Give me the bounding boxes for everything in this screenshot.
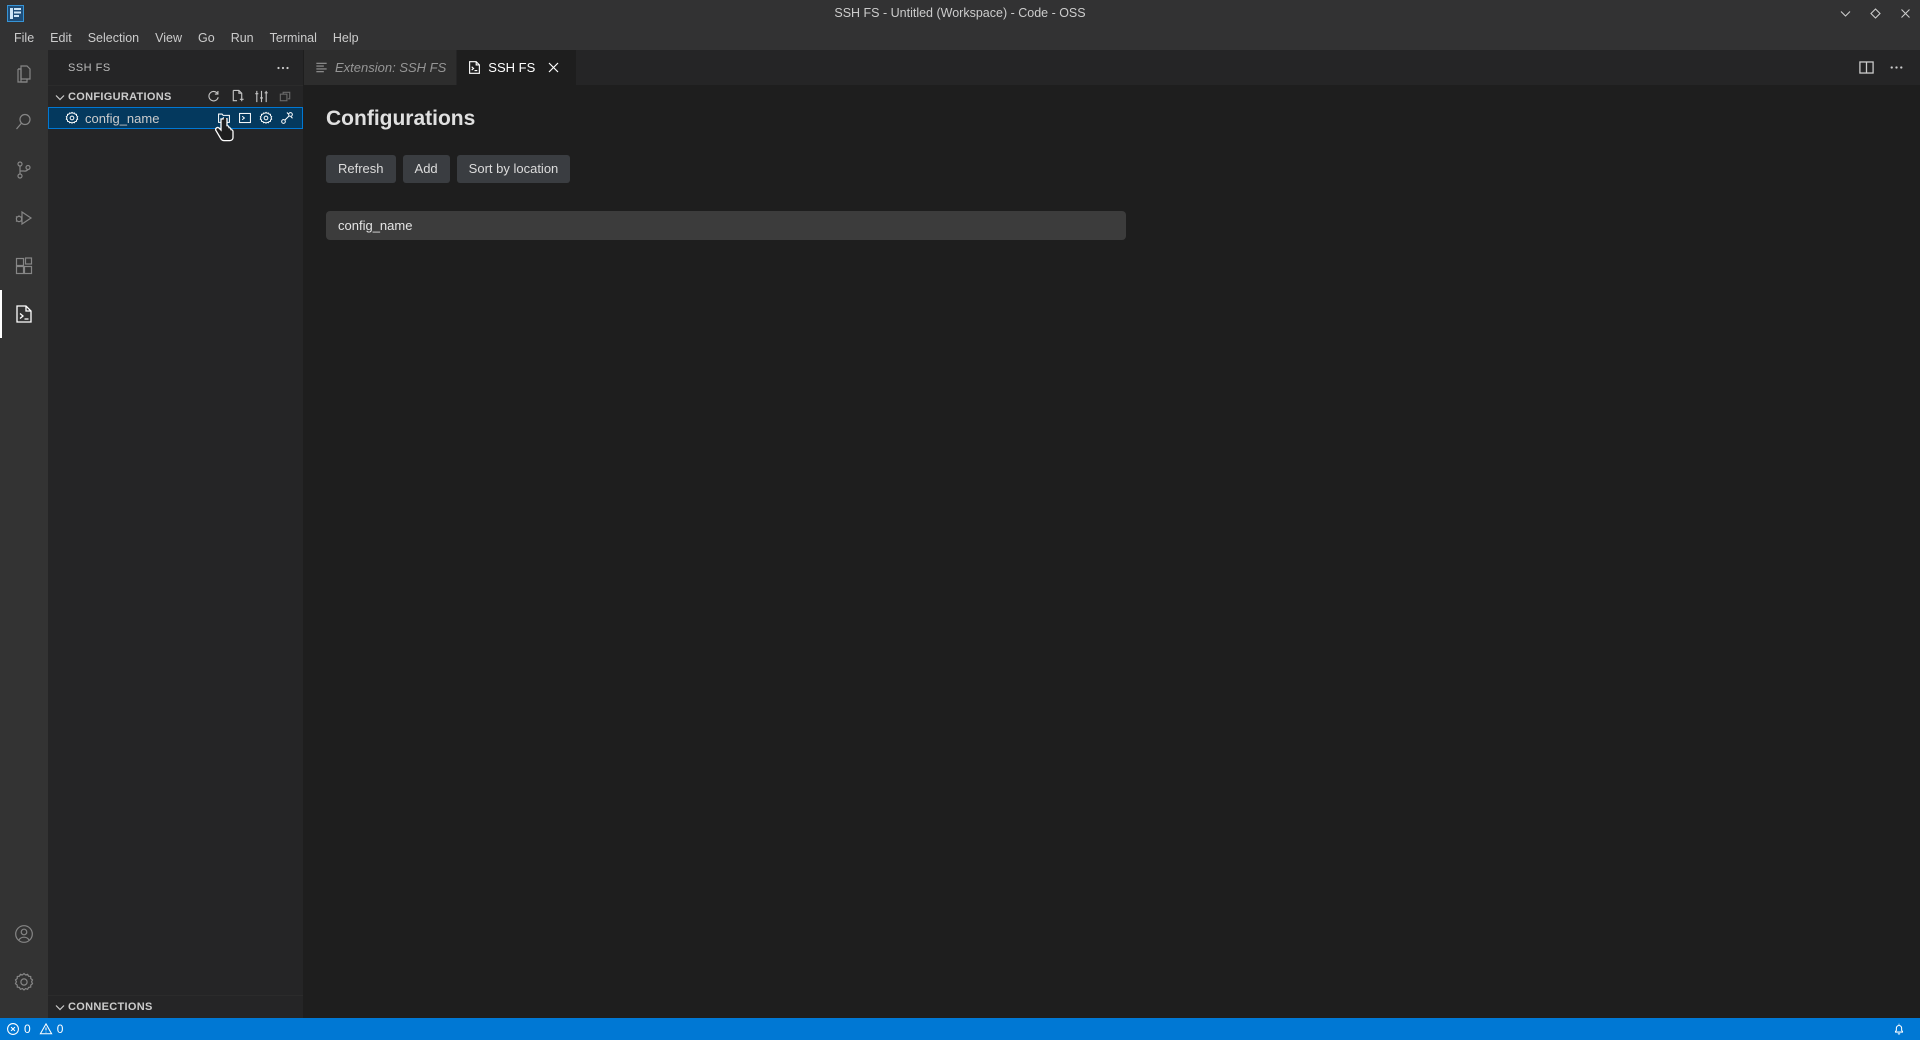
editor-area: Extension: SSH FS SSH FS Configurations … bbox=[304, 50, 1920, 1018]
section-actions-configurations bbox=[203, 87, 303, 107]
menu-terminal[interactable]: Terminal bbox=[262, 27, 325, 50]
tab-extension-ssh-fs[interactable]: Extension: SSH FS bbox=[304, 50, 458, 85]
section-label-configurations: CONFIGURATIONS bbox=[68, 90, 172, 103]
chevron-down-icon bbox=[52, 999, 68, 1015]
configuration-name-label: config_name bbox=[85, 110, 160, 126]
section-label-connections: CONNECTIONS bbox=[68, 1001, 153, 1013]
refresh-button[interactable]: Refresh bbox=[326, 155, 396, 183]
configuration-tree-item[interactable]: config_name bbox=[48, 107, 303, 129]
configuration-list: config_name bbox=[326, 211, 1900, 240]
editor-actions bbox=[1852, 50, 1920, 85]
activity-bar-item-explorer[interactable] bbox=[0, 50, 48, 98]
sidebar-title-bar: SSH FS bbox=[48, 50, 303, 85]
configuration-card[interactable]: config_name bbox=[326, 211, 1126, 240]
activity-bar-item-manage[interactable] bbox=[0, 958, 48, 1006]
activity-bar-item-source-control[interactable] bbox=[0, 146, 48, 194]
close-icon[interactable] bbox=[1890, 0, 1920, 26]
main-row: SSH FS CONFIGURATIONS config_name CONNEC… bbox=[0, 50, 1920, 1018]
sidebar-section-configurations: CONFIGURATIONS config_name bbox=[48, 85, 303, 995]
activity-bar-item-accounts[interactable] bbox=[0, 910, 48, 958]
activity-bar bbox=[0, 50, 48, 1018]
status-bar: 0 0 bbox=[0, 1018, 1920, 1040]
section-header-connections[interactable]: CONNECTIONS bbox=[48, 996, 303, 1018]
menu-selection[interactable]: Selection bbox=[80, 27, 147, 50]
configuration-row-actions bbox=[215, 109, 302, 127]
gear-icon bbox=[63, 111, 81, 125]
menu-view[interactable]: View bbox=[147, 27, 190, 50]
error-count: 0 bbox=[24, 1022, 31, 1036]
page-title: Configurations bbox=[326, 107, 476, 130]
notifications-bell-icon[interactable] bbox=[1886, 1018, 1912, 1040]
menu-edit[interactable]: Edit bbox=[42, 27, 80, 50]
maximize-icon[interactable] bbox=[1860, 0, 1890, 26]
extension-icon bbox=[314, 60, 329, 75]
add-button[interactable]: Add bbox=[402, 155, 450, 183]
sidebar-more-actions-icon[interactable] bbox=[271, 60, 295, 76]
minimize-icon[interactable] bbox=[1830, 0, 1860, 26]
sort-by-location-button[interactable]: Sort by location bbox=[456, 155, 571, 183]
app-window: SSH FS - Untitled (Workspace) - Code - O… bbox=[0, 0, 1920, 1040]
tab-bar: Extension: SSH FS SSH FS bbox=[304, 50, 1920, 85]
tab-label: Extension: SSH FS bbox=[335, 60, 447, 75]
window-title: SSH FS - Untitled (Workspace) - Code - O… bbox=[834, 6, 1086, 20]
sidebar-title: SSH FS bbox=[68, 61, 111, 74]
refresh-icon[interactable] bbox=[203, 87, 223, 107]
code-oss-logo-icon bbox=[2, 0, 28, 26]
gear-icon[interactable] bbox=[257, 109, 275, 127]
warning-icon bbox=[39, 1022, 53, 1036]
menu-bar: File Edit Selection View Go Run Terminal… bbox=[0, 26, 1920, 50]
title-bar: SSH FS - Untitled (Workspace) - Code - O… bbox=[0, 0, 1920, 26]
activity-bar-item-ssh-fs[interactable] bbox=[0, 290, 48, 338]
ssh-fs-configurations-view: Configurations Refresh Add Sort by locat… bbox=[304, 85, 1920, 1018]
menu-file[interactable]: File bbox=[6, 27, 42, 50]
window-controls bbox=[1830, 0, 1920, 26]
section-header-configurations[interactable]: CONFIGURATIONS bbox=[48, 85, 303, 107]
terminal-file-icon bbox=[467, 60, 482, 75]
collapse-all-icon[interactable] bbox=[275, 87, 295, 107]
menu-go[interactable]: Go bbox=[190, 27, 223, 50]
plug-icon[interactable] bbox=[278, 109, 296, 127]
activity-bar-item-search[interactable] bbox=[0, 98, 48, 146]
warning-count: 0 bbox=[56, 1022, 64, 1036]
sidebar: SSH FS CONFIGURATIONS config_name CONNEC… bbox=[48, 50, 304, 1018]
split-editor-icon[interactable] bbox=[1852, 50, 1880, 85]
sliders-icon[interactable] bbox=[251, 87, 271, 107]
configuration-card-label: config_name bbox=[338, 218, 413, 233]
menu-run[interactable]: Run bbox=[223, 27, 262, 50]
action-button-row: Refresh Add Sort by location bbox=[326, 155, 1900, 183]
tab-close-icon[interactable] bbox=[545, 60, 561, 76]
status-problems[interactable]: 0 0 bbox=[0, 1018, 69, 1040]
new-folder-icon[interactable] bbox=[215, 109, 233, 127]
chevron-down-icon bbox=[52, 89, 68, 105]
new-file-icon[interactable] bbox=[227, 87, 247, 107]
error-icon bbox=[6, 1022, 20, 1036]
more-actions-icon[interactable] bbox=[1882, 50, 1910, 85]
tab-ssh-fs[interactable]: SSH FS bbox=[457, 50, 578, 85]
activity-bar-item-extensions[interactable] bbox=[0, 242, 48, 290]
tab-label: SSH FS bbox=[488, 60, 536, 75]
menu-help[interactable]: Help bbox=[325, 27, 367, 50]
terminal-icon[interactable] bbox=[236, 109, 254, 127]
activity-bar-item-run-and-debug[interactable] bbox=[0, 194, 48, 242]
sidebar-section-connections: CONNECTIONS bbox=[48, 995, 303, 1018]
